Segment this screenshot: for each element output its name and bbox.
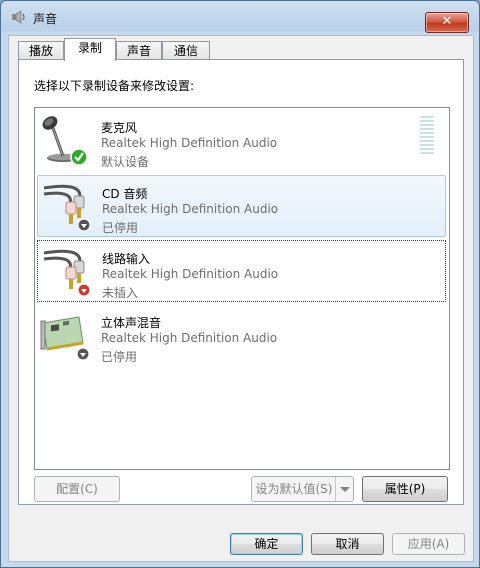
device-driver: Realtek High Definition Audio — [102, 267, 279, 281]
instruction-text: 选择以下录制设备来修改设置: — [34, 79, 195, 93]
tab-communications[interactable]: 通信 — [162, 41, 210, 60]
tab-playback[interactable]: 播放 — [18, 41, 64, 60]
device-status: 未插入 — [102, 286, 139, 300]
configure-button[interactable]: 配置(C) — [34, 476, 120, 502]
device-name: 线路输入 — [102, 252, 151, 266]
input-level-meter — [420, 116, 434, 156]
device-driver: Realtek High Definition Audio — [101, 331, 278, 345]
device-status: 默认设备 — [101, 155, 150, 169]
device-name: 立体声混音 — [101, 316, 162, 330]
speaker-icon — [12, 10, 25, 24]
device-name: CD 音频 — [102, 187, 148, 201]
set-default-split-button[interactable]: 设为默认值(S) — [251, 476, 354, 502]
window-title: 声音 — [33, 12, 58, 26]
close-button[interactable]: ✕ — [425, 12, 469, 33]
title-bar[interactable]: 声音 ✕ — [1, 1, 479, 33]
ok-button[interactable]: 确定 — [230, 533, 303, 555]
device-row-cd-audio[interactable]: CD 音频 Realtek High Definition Audio 已停用 — [37, 175, 446, 237]
chevron-down-icon[interactable] — [335, 477, 353, 501]
close-icon: ✕ — [441, 14, 453, 29]
cancel-button[interactable]: 取消 — [311, 533, 384, 555]
device-driver: Realtek High Definition Audio — [101, 136, 278, 150]
microphone-icon — [42, 116, 88, 166]
audio-cable-icon — [43, 184, 91, 232]
audio-cable-icon — [43, 249, 91, 297]
recording-device-list[interactable]: 麦克风 Realtek High Definition Audio 默认设备 C… — [34, 107, 450, 470]
recording-tab-panel: 选择以下录制设备来修改设置: 麦克风 Realtek High Definiti… — [18, 59, 464, 505]
tab-recording[interactable]: 录制 — [64, 38, 116, 61]
sound-dialog-window: 声音 ✕ 播放 录制 声音 通信 选择以下录制设备来修改设置: 麦克风 Real… — [0, 0, 480, 568]
device-row-line-in[interactable]: 线路输入 Realtek High Definition Audio 未插入 — [37, 240, 446, 302]
dialog-client-area: 播放 录制 声音 通信 选择以下录制设备来修改设置: 麦克风 Realtek H… — [8, 35, 474, 562]
tab-sounds[interactable]: 声音 — [116, 41, 162, 60]
sound-card-icon — [40, 316, 90, 361]
device-row-microphone[interactable]: 麦克风 Realtek High Definition Audio 默认设备 — [37, 110, 444, 170]
device-row-stereo-mix[interactable]: 立体声混音 Realtek High Definition Audio 已停用 — [37, 305, 444, 365]
set-default-button[interactable]: 设为默认值(S) — [252, 477, 336, 501]
apply-button[interactable]: 应用(A) — [392, 533, 465, 555]
device-name: 麦克风 — [101, 121, 138, 135]
properties-button[interactable]: 属性(P) — [362, 476, 448, 502]
device-status: 已停用 — [101, 350, 138, 364]
device-driver: Realtek High Definition Audio — [102, 202, 279, 216]
device-status: 已停用 — [102, 221, 139, 235]
